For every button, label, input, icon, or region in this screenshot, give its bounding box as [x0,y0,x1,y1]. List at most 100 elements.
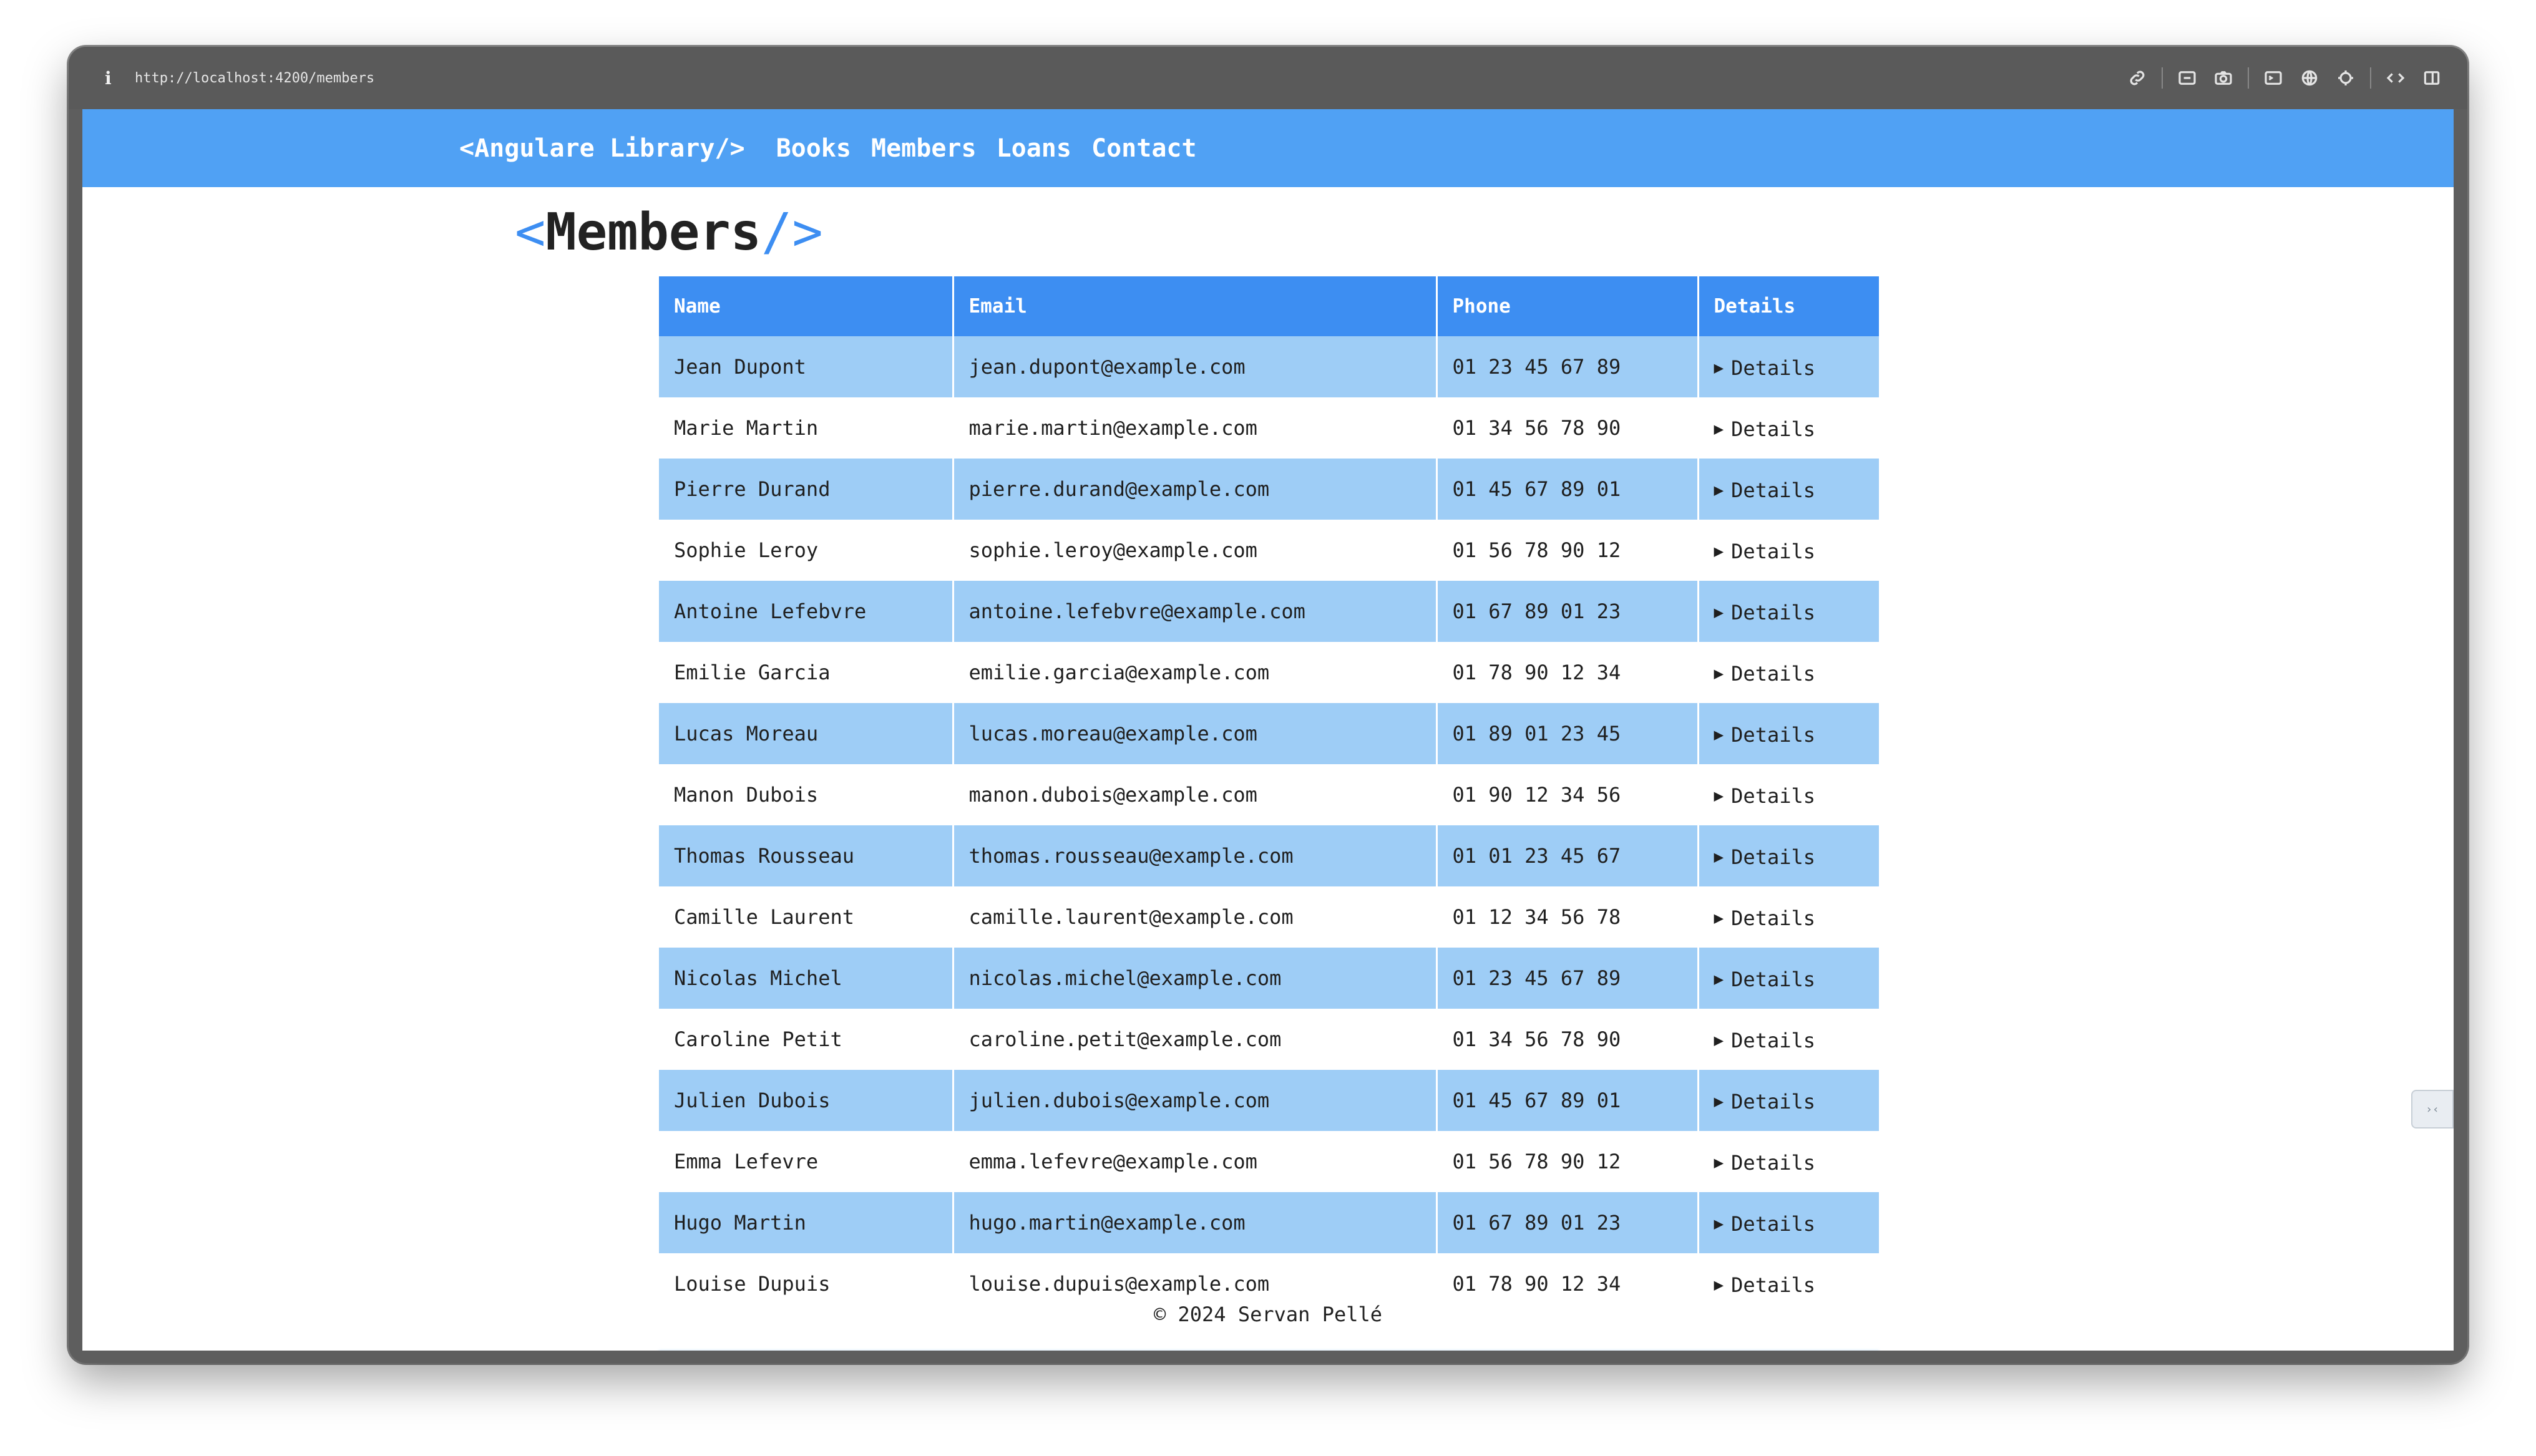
browser-toolbar: i http://localhost:4200/members [69,47,2467,109]
side-widget-button[interactable]: ›‹ [2411,1090,2454,1128]
screenshot-icon[interactable] [2169,47,2205,109]
header-details: Details [1698,276,1879,336]
nav-brand-link[interactable]: <Angulare Library/> [459,134,745,163]
details-toggle[interactable]: ▶ Details [1714,723,1816,747]
details-label: Details [1731,1273,1816,1297]
cell-name: Camille Laurent [659,886,954,948]
details-label: Details [1731,417,1816,441]
cell-phone: 01 12 34 56 78 [1436,886,1699,948]
camera-icon[interactable] [2205,47,2241,109]
cell-details: ▶ Details [1698,703,1879,764]
globe-icon[interactable] [2291,47,2328,109]
details-toggle[interactable]: ▶ Details [1714,1273,1816,1297]
cell-details: ▶ Details [1698,948,1879,1009]
cell-name: Hugo Martin [659,1192,954,1253]
details-label: Details [1731,539,1816,563]
table-row: Julien Dubois julien.dubois@example.com 01… [659,1070,1879,1131]
table-row: Hugo Martin hugo.martin@example.com 01 67 … [659,1192,1879,1253]
cell-email: lucas.moreau@example.com [953,703,1438,764]
cell-email: manon.dubois@example.com [953,764,1438,825]
details-toggle[interactable]: ▶ Details [1714,417,1816,441]
nav-link-books[interactable]: Books [776,134,851,163]
toolbar-divider [2162,67,2163,89]
cell-email: emma.lefevre@example.com [953,1131,1438,1192]
details-label: Details [1731,1028,1816,1052]
play-triangle-icon: ▶ [1714,1153,1724,1172]
nav-link-loans[interactable]: Loans [997,134,1071,163]
play-triangle-icon: ▶ [1714,847,1724,866]
details-label: Details [1731,722,1816,747]
crosshair-icon[interactable] [2328,47,2364,109]
page-title: <Members/> [515,203,823,262]
cell-details: ▶ Details [1698,520,1879,581]
table-row: Emilie Garcia emilie.garcia@example.com 01… [659,642,1879,703]
play-triangle-icon: ▶ [1714,358,1724,377]
toolbar-divider [2370,67,2371,89]
cell-phone: 01 67 89 01 23 [1436,581,1699,642]
details-toggle[interactable]: ▶ Details [1714,1212,1816,1236]
details-label: Details [1731,661,1816,686]
play-triangle-icon: ▶ [1714,1092,1724,1111]
terminal-icon[interactable] [2255,47,2291,109]
cell-name: Sophie Leroy [659,520,954,581]
details-toggle[interactable]: ▶ Details [1714,1029,1816,1052]
play-triangle-icon: ▶ [1714,908,1724,928]
cell-details: ▶ Details [1698,642,1879,703]
nav-link-members[interactable]: Members [871,134,977,163]
members-table-body: Jean Dupont jean.dupont@example.com 01 23 … [659,336,1879,1314]
details-toggle[interactable]: ▶ Details [1714,1151,1816,1175]
play-triangle-icon: ▶ [1714,1031,1724,1050]
cell-phone: 01 34 56 78 90 [1436,1009,1699,1070]
cell-email: caroline.petit@example.com [953,1009,1438,1070]
code-icon[interactable] [2378,47,2414,109]
cell-details: ▶ Details [1698,1131,1879,1192]
cell-name: Marie Martin [659,397,954,459]
link-icon[interactable] [2119,47,2155,109]
cell-details: ▶ Details [1698,336,1879,397]
info-icon[interactable]: i [105,68,124,89]
cell-name: Nicolas Michel [659,948,954,1009]
details-toggle[interactable]: ▶ Details [1714,1090,1816,1114]
sidebar-icon[interactable] [2414,47,2450,109]
play-triangle-icon: ▶ [1714,480,1724,500]
play-triangle-icon: ▶ [1714,725,1724,744]
cell-phone: 01 23 45 67 89 [1436,948,1699,1009]
details-toggle[interactable]: ▶ Details [1714,478,1816,502]
details-toggle[interactable]: ▶ Details [1714,540,1816,563]
details-toggle[interactable]: ▶ Details [1714,968,1816,991]
details-label: Details [1731,1150,1816,1175]
cell-email: pierre.durand@example.com [953,459,1438,520]
toolbar-tools [2119,47,2450,109]
title-text: Members [545,203,761,262]
cell-name: Caroline Petit [659,1009,954,1070]
cell-name: Emilie Garcia [659,642,954,703]
table-row: Lucas Moreau lucas.moreau@example.com 01 8… [659,703,1879,764]
table-row: Antoine Lefebvre antoine.lefebvre@example… [659,581,1879,642]
header-phone: Phone [1436,276,1699,336]
nav-link-contact[interactable]: Contact [1091,134,1197,163]
details-toggle[interactable]: ▶ Details [1714,662,1816,686]
play-triangle-icon: ▶ [1714,1214,1724,1233]
url-bar[interactable]: http://localhost:4200/members [135,70,374,86]
details-toggle[interactable]: ▶ Details [1714,845,1816,869]
cell-details: ▶ Details [1698,764,1879,825]
cell-details: ▶ Details [1698,1009,1879,1070]
cell-email: nicolas.michel@example.com [953,948,1438,1009]
cell-phone: 01 01 23 45 67 [1436,825,1699,886]
cell-name: Julien Dubois [659,1070,954,1131]
play-triangle-icon: ▶ [1714,603,1724,622]
details-toggle[interactable]: ▶ Details [1714,356,1816,380]
cell-phone: 01 34 56 78 90 [1436,397,1699,459]
cell-email: emilie.garcia@example.com [953,642,1438,703]
details-toggle[interactable]: ▶ Details [1714,906,1816,930]
cell-phone: 01 45 67 89 01 [1436,459,1699,520]
cell-name: Thomas Rousseau [659,825,954,886]
table-row: Emma Lefevre emma.lefevre@example.com 01 5… [659,1131,1879,1192]
header-name: Name [659,276,954,336]
cell-email: camille.laurent@example.com [953,886,1438,948]
details-label: Details [1731,784,1816,808]
play-triangle-icon: ▶ [1714,969,1724,989]
details-label: Details [1731,1211,1816,1236]
details-toggle[interactable]: ▶ Details [1714,784,1816,808]
details-toggle[interactable]: ▶ Details [1714,601,1816,624]
